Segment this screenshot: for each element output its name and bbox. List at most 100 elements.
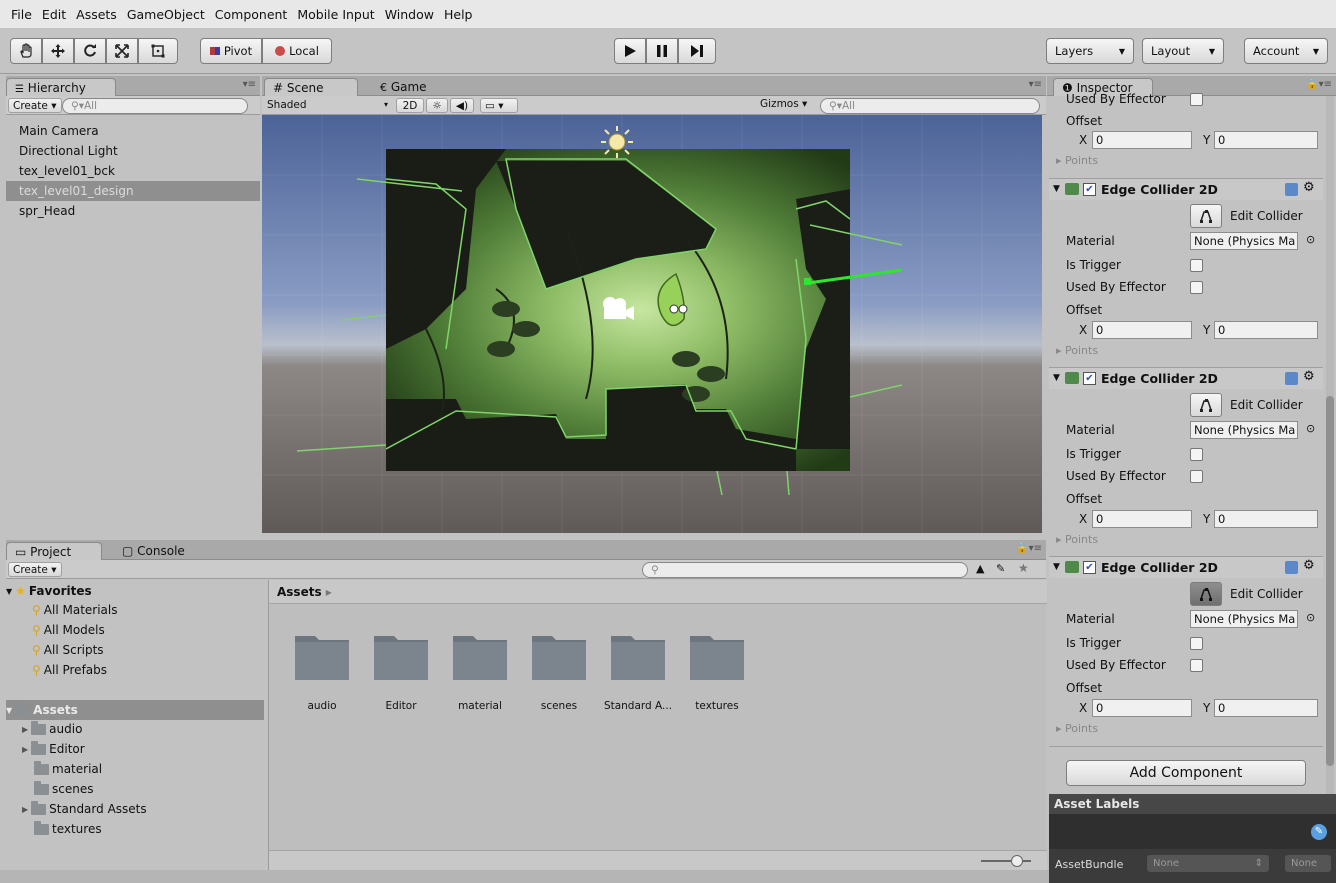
- icon-size-slider[interactable]: [981, 860, 1031, 862]
- star-icon[interactable]: ★: [1018, 561, 1029, 575]
- tab-project[interactable]: ▭ Project: [6, 542, 102, 560]
- inspector-scrollbar[interactable]: [1326, 96, 1334, 796]
- gear-icon[interactable]: ⚙: [1303, 558, 1315, 573]
- top-offset-x-field[interactable]: 0: [1092, 131, 1192, 149]
- tree-item-textures[interactable]: textures: [34, 820, 102, 836]
- layout-dropdown[interactable]: Layout ▼: [1142, 38, 1224, 64]
- folder-editor[interactable]: [372, 630, 430, 682]
- filter-label-icon[interactable]: ✎: [996, 562, 1005, 575]
- panel-menu-icon[interactable]: ▾≡: [243, 79, 256, 90]
- menu-help[interactable]: Help: [439, 7, 478, 22]
- offset-x-field-1[interactable]: 0: [1092, 321, 1192, 339]
- top-offset-y-field[interactable]: 0: [1214, 131, 1318, 149]
- panel-menu-icon[interactable]: 🔒▾≡: [1016, 543, 1042, 554]
- hierarchy-item-level-bck[interactable]: tex_level01_bck: [6, 161, 260, 181]
- edit-collider-button-3[interactable]: [1190, 582, 1222, 606]
- foldout-arrow-icon[interactable]: ▼: [1053, 373, 1060, 383]
- favorite-all-models[interactable]: ⚲ All Models: [32, 623, 105, 637]
- hierarchy-item-directional-light[interactable]: Directional Light: [6, 141, 260, 161]
- favorites-node[interactable]: ▼ ★ Favorites: [6, 584, 92, 598]
- used-by-effector-checkbox-1[interactable]: [1190, 281, 1203, 294]
- used-by-effector-checkbox-3[interactable]: [1190, 659, 1203, 672]
- offset-y-field-1[interactable]: 0: [1214, 321, 1318, 339]
- used-by-effector-checkbox-2[interactable]: [1190, 470, 1203, 483]
- tab-game[interactable]: € Game: [372, 78, 452, 96]
- pivot-toggle-button[interactable]: Pivot: [200, 38, 262, 64]
- menu-window[interactable]: Window: [380, 7, 439, 22]
- breadcrumb-label[interactable]: Assets: [277, 585, 322, 599]
- audio-toggle[interactable]: ◀): [450, 98, 474, 113]
- scene-viewport[interactable]: [262, 115, 1042, 533]
- add-component-button[interactable]: Add Component: [1066, 760, 1306, 786]
- favorite-all-scripts[interactable]: ⚲ All Scripts: [32, 643, 104, 657]
- is-trigger-checkbox-2[interactable]: [1190, 448, 1203, 461]
- gear-icon[interactable]: ⚙: [1303, 369, 1315, 384]
- camera-icon[interactable]: [600, 295, 636, 323]
- gear-icon[interactable]: ⚙: [1303, 180, 1315, 195]
- material-field-2[interactable]: None (Physics Ma: [1190, 421, 1298, 439]
- points-foldout-2[interactable]: ▸ Points: [1056, 533, 1098, 546]
- lighting-toggle[interactable]: ☼: [426, 98, 448, 113]
- asset-bundle-dropdown[interactable]: None ⇕: [1147, 855, 1269, 872]
- tab-console[interactable]: ▢ Console: [114, 542, 194, 560]
- material-field-1[interactable]: None (Physics Ma: [1190, 232, 1298, 250]
- hand-tool-button[interactable]: [10, 38, 42, 64]
- foldout-arrow-icon[interactable]: ▼: [1053, 184, 1060, 194]
- menu-file[interactable]: File: [6, 7, 37, 22]
- rect-tool-button[interactable]: [138, 38, 178, 64]
- offset-y-field-2[interactable]: 0: [1214, 510, 1318, 528]
- asset-variant-dropdown[interactable]: None: [1285, 855, 1331, 872]
- tab-scene[interactable]: # Scene: [264, 78, 358, 96]
- edge-collider-header-2[interactable]: ▼ ✔ Edge Collider 2D ⚙: [1049, 367, 1323, 389]
- favorite-all-materials[interactable]: ⚲ All Materials: [32, 603, 118, 617]
- menu-gameobject[interactable]: GameObject: [122, 7, 210, 22]
- is-trigger-checkbox-1[interactable]: [1190, 259, 1203, 272]
- menu-edit[interactable]: Edit: [37, 7, 71, 22]
- effects-dropdown[interactable]: ▭ ▾: [480, 98, 518, 113]
- hierarchy-item-main-camera[interactable]: Main Camera: [6, 121, 260, 141]
- is-trigger-checkbox-3[interactable]: [1190, 637, 1203, 650]
- scrollbar-thumb[interactable]: [1326, 396, 1334, 766]
- folder-scenes[interactable]: [530, 630, 588, 682]
- edit-collider-button-1[interactable]: [1190, 204, 1222, 228]
- folder-standard-assets[interactable]: [609, 630, 667, 682]
- tree-item-scenes[interactable]: scenes: [34, 780, 93, 796]
- object-picker-icon[interactable]: ⊙: [1306, 233, 1315, 246]
- assets-root-node[interactable]: ▼ Assets: [6, 700, 264, 720]
- help-book-icon[interactable]: [1285, 372, 1298, 385]
- mode-2d-toggle[interactable]: 2D: [396, 98, 424, 113]
- scale-tool-button[interactable]: [106, 38, 138, 64]
- menu-mobile-input[interactable]: Mobile Input: [292, 7, 379, 22]
- tree-item-audio[interactable]: ▶ audio: [22, 720, 82, 736]
- points-foldout-1[interactable]: ▸ Points: [1056, 344, 1098, 357]
- scene-search-input[interactable]: ⚲▾All: [820, 98, 1040, 114]
- offset-x-field-3[interactable]: 0: [1092, 699, 1192, 717]
- gizmos-dropdown[interactable]: Gizmos ▾: [760, 98, 807, 110]
- tab-hierarchy[interactable]: ☰ Hierarchy: [6, 78, 116, 96]
- sun-icon[interactable]: [600, 125, 634, 159]
- lock-icon[interactable]: 🔒▾≡: [1306, 79, 1332, 90]
- play-button[interactable]: [614, 38, 646, 64]
- favorite-all-prefabs[interactable]: ⚲ All Prefabs: [32, 663, 107, 677]
- menu-assets[interactable]: Assets: [71, 7, 122, 22]
- edge-collider-header-1[interactable]: ▼ ✔ Edge Collider 2D ⚙: [1049, 178, 1323, 200]
- object-picker-icon[interactable]: ⊙: [1306, 422, 1315, 435]
- folder-material[interactable]: [451, 630, 509, 682]
- hierarchy-create-button[interactable]: Create ▾: [8, 98, 62, 113]
- edit-collider-button-2[interactable]: [1190, 393, 1222, 417]
- filter-type-icon[interactable]: ▲: [976, 562, 984, 575]
- enabled-checkbox[interactable]: ✔: [1083, 561, 1096, 574]
- tag-icon[interactable]: ✎: [1311, 824, 1327, 840]
- slider-thumb[interactable]: [1011, 855, 1023, 867]
- hierarchy-item-level-design[interactable]: tex_level01_design: [6, 181, 260, 201]
- pause-button[interactable]: [646, 38, 678, 64]
- tree-item-standard-assets[interactable]: ▶ Standard Assets: [22, 800, 147, 816]
- account-dropdown[interactable]: Account ▼: [1244, 38, 1328, 64]
- object-picker-icon[interactable]: ⊙: [1306, 611, 1315, 624]
- layers-dropdown[interactable]: Layers ▼: [1046, 38, 1134, 64]
- edge-collider-header-3[interactable]: ▼ ✔ Edge Collider 2D ⚙: [1049, 556, 1323, 578]
- top-points-foldout[interactable]: ▸ Points: [1056, 154, 1098, 167]
- tree-item-editor[interactable]: ▶ Editor: [22, 740, 85, 756]
- folder-textures[interactable]: [688, 630, 746, 682]
- project-search-input[interactable]: ⚲: [642, 562, 968, 578]
